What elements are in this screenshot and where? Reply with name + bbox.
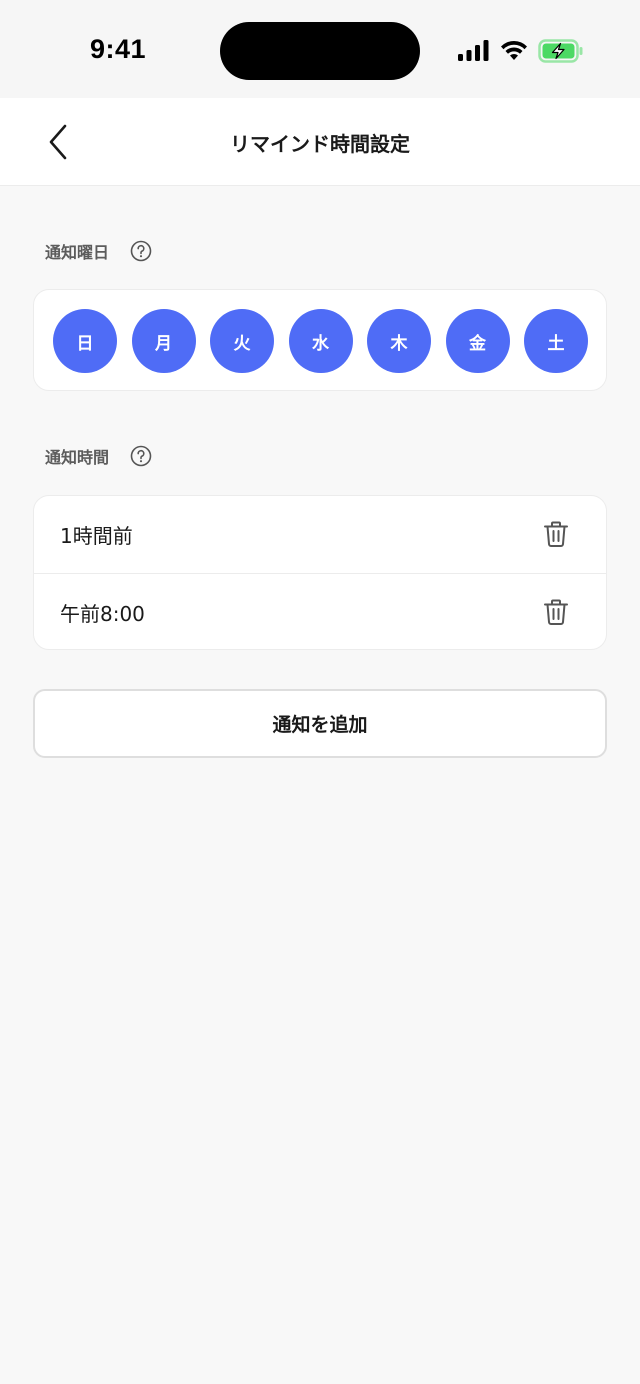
time-list-item: 午前8:00 (34, 573, 606, 649)
day-selector: 日 月 火 水 木 金 土 (53, 309, 588, 373)
signal-icon (458, 40, 489, 61)
navigation-bar: リマインド時間設定 (0, 98, 640, 186)
times-section-header: 通知時間 (45, 444, 152, 468)
page-title: リマインド時間設定 (230, 132, 410, 156)
day-button-sun[interactable]: 日 (53, 309, 117, 373)
status-bar: 9:41 (0, 0, 640, 98)
day-button-sat[interactable]: 土 (524, 309, 588, 373)
days-section-header: 通知曜日 (45, 239, 152, 263)
time-list-item: 1時間前 (34, 496, 606, 573)
day-button-thu[interactable]: 木 (367, 309, 431, 373)
status-time: 9:41 (90, 34, 147, 64)
time-label: 1時間前 (60, 524, 133, 548)
wifi-icon (501, 40, 527, 60)
day-button-fri[interactable]: 金 (445, 309, 510, 373)
time-label: 午前8:00 (60, 601, 145, 626)
days-card: 日 月 火 水 木 金 土 (33, 289, 607, 391)
days-help-button[interactable] (130, 240, 152, 262)
trash-icon[interactable] (542, 598, 570, 626)
add-notification-button[interactable]: 通知を追加 (33, 689, 607, 758)
day-button-wed[interactable]: 水 (288, 309, 353, 373)
times-help-button[interactable] (130, 445, 152, 467)
times-card: 1時間前 午前8:00 (33, 495, 607, 650)
times-section-label: 通知時間 (45, 448, 110, 467)
dynamic-island (220, 22, 420, 80)
reminder-settings-screen: 9:41 リマインド時間設定 通知曜日 日 月 火 水 木 金 土 通知時間 1… (0, 0, 640, 1384)
day-button-tue[interactable]: 火 (210, 309, 274, 373)
question-circle-icon (130, 445, 152, 467)
battery-charging-icon (538, 39, 583, 63)
trash-icon[interactable] (542, 520, 570, 548)
question-circle-icon (130, 240, 152, 262)
days-section-label: 通知曜日 (45, 243, 110, 262)
day-button-mon[interactable]: 月 (131, 309, 196, 373)
